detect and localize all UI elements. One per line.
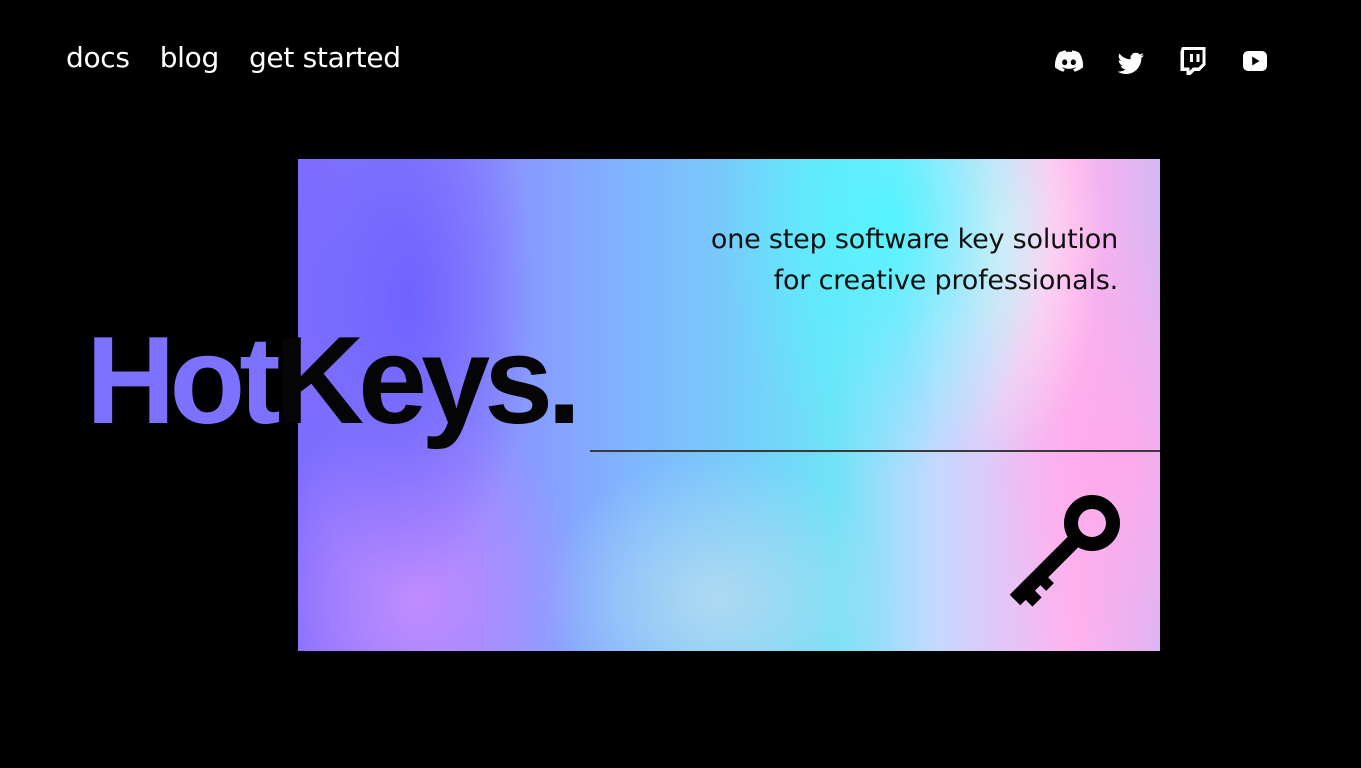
social-links (1050, 42, 1274, 80)
tagline-line-2: for creative professionals. (773, 265, 1119, 296)
nav-link-docs[interactable]: docs (66, 38, 130, 78)
nav-link-get-started[interactable]: get started (249, 38, 401, 78)
key-icon (1009, 495, 1120, 607)
tagline-line-1: one step software key solution (710, 224, 1118, 255)
logo-part-keys: Keys. (274, 312, 582, 450)
hero-logo: HotKeys. (86, 306, 582, 456)
top-nav: docs blog get started (66, 38, 401, 78)
twitch-icon[interactable] (1174, 42, 1212, 80)
discord-icon[interactable] (1050, 42, 1088, 80)
hero-tagline: one step software key solution for creat… (711, 219, 1118, 301)
nav-link-blog[interactable]: blog (160, 38, 220, 78)
youtube-icon[interactable] (1236, 42, 1274, 80)
logo-part-hot: Hot (86, 312, 281, 450)
divider-line (590, 450, 1160, 452)
twitter-icon[interactable] (1112, 42, 1150, 80)
